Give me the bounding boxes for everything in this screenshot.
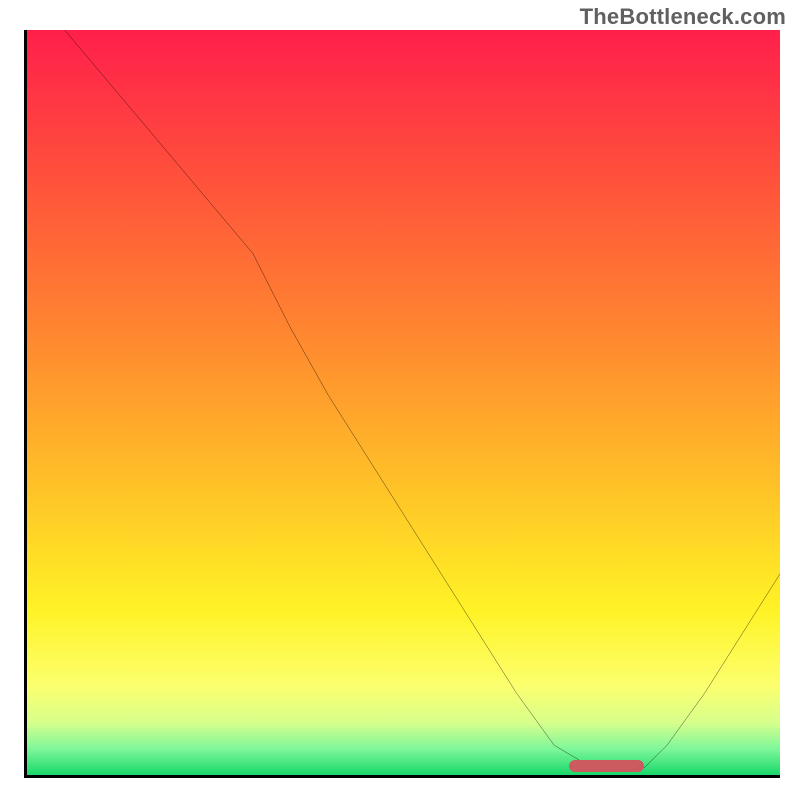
plot-area xyxy=(24,30,780,778)
optimal-range-marker xyxy=(569,760,644,772)
watermark-text: TheBottleneck.com xyxy=(580,4,786,30)
plot-inner xyxy=(27,30,780,775)
bottleneck-curve xyxy=(65,30,780,768)
curve-layer xyxy=(27,30,780,775)
chart-container: TheBottleneck.com xyxy=(0,0,800,800)
